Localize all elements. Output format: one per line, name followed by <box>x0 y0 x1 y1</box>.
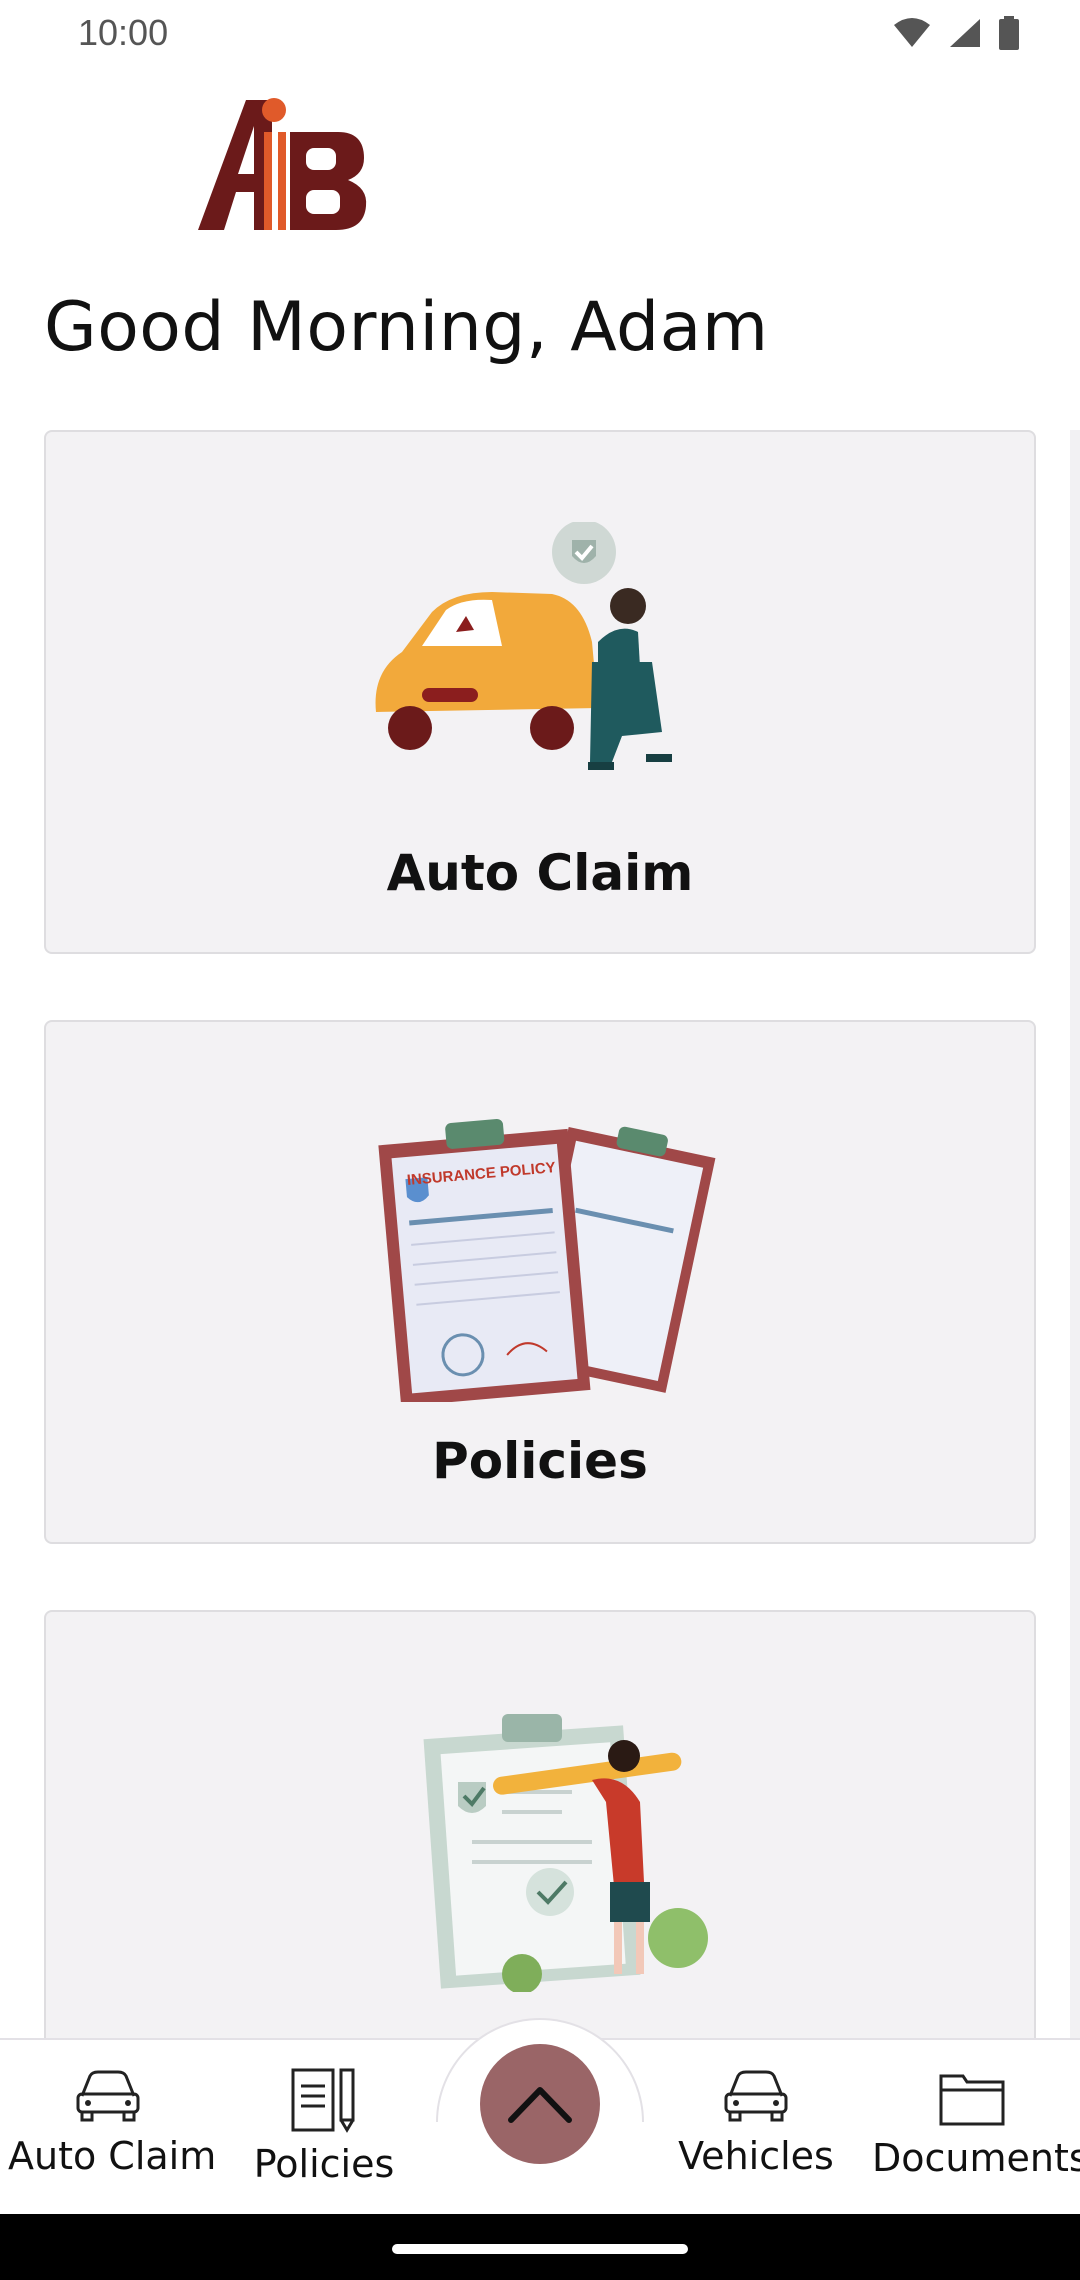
nav-auto-claim-label: Auto Claim <box>8 2134 217 2178</box>
auto-claim-card[interactable]: Auto Claim <box>44 430 1036 954</box>
system-gesture-bar <box>0 2214 1080 2280</box>
next-card-edge <box>1070 430 1080 2130</box>
home-gesture-handle[interactable] <box>392 2244 688 2254</box>
chevron-up-icon <box>508 2087 572 2123</box>
battery-icon <box>999 16 1019 50</box>
nav-vehicles[interactable]: Vehicles <box>656 2068 856 2178</box>
nav-auto-claim[interactable]: Auto Claim <box>8 2068 217 2178</box>
signal-icon <box>950 19 980 47</box>
insurance-policy-illustration: INSURANCE POLICY <box>378 1118 716 1402</box>
policies-card[interactable]: INSURANCE POLICY Policies <box>44 1020 1036 1544</box>
folder-icon <box>939 2074 1005 2126</box>
nav-policies[interactable]: Policies <box>224 2068 424 2186</box>
car-claim-illustration <box>375 522 672 770</box>
status-time: 10:00 <box>78 12 169 53</box>
nav-policies-label: Policies <box>253 2142 395 2186</box>
policies-label: Policies <box>432 1432 648 1490</box>
document-pen-icon <box>291 2068 355 2133</box>
status-bar: 10:00 <box>0 0 1080 70</box>
auto-claim-label: Auto Claim <box>386 844 694 902</box>
wifi-icon <box>894 18 930 47</box>
car-icon <box>724 2070 788 2122</box>
car-icon <box>76 2070 140 2122</box>
expand-fab-button[interactable] <box>480 2044 600 2164</box>
nav-documents-label: Documents <box>872 2136 1080 2180</box>
nav-documents[interactable]: Documents <box>872 2068 1080 2180</box>
greeting-title: Good Morning, Adam <box>44 288 769 367</box>
aib-logo <box>198 98 367 230</box>
checklist-illustration <box>423 1714 708 1992</box>
nav-vehicles-label: Vehicles <box>678 2134 834 2178</box>
